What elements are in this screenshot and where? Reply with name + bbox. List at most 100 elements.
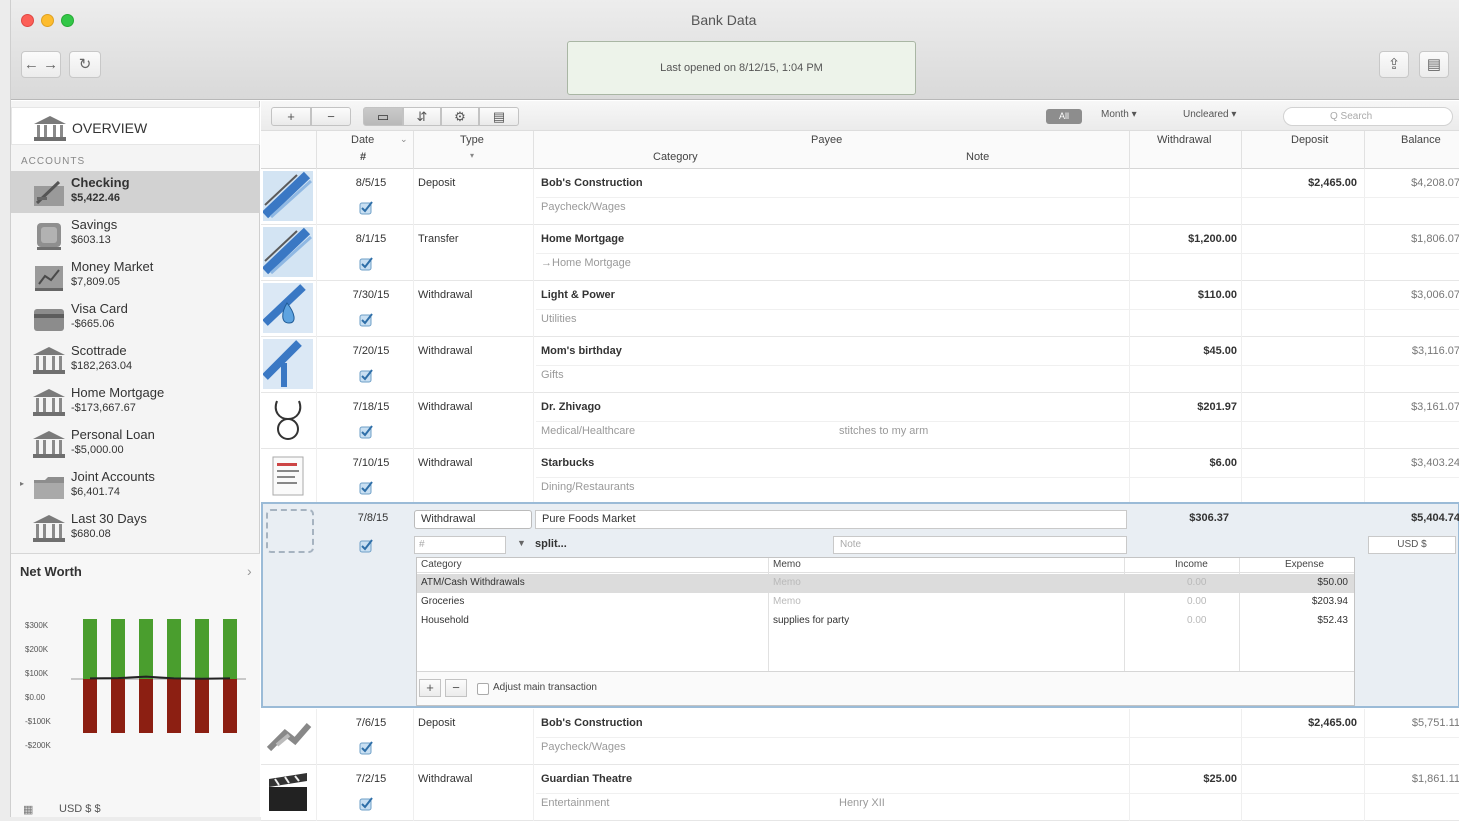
payee-cell[interactable]: Bob's Construction	[541, 177, 643, 189]
split-category[interactable]: Groceries	[421, 596, 464, 607]
type-cell[interactable]: Withdrawal	[418, 289, 472, 301]
withdrawal-cell[interactable]: $6.00	[1171, 457, 1237, 469]
date-cell[interactable]: 8/1/15	[341, 233, 401, 245]
payee-cell[interactable]: Starbucks	[541, 457, 594, 469]
reload-button[interactable]: ↻	[69, 51, 101, 78]
cleared-checkbox[interactable]	[359, 312, 374, 327]
payee-cell[interactable]: Mom's birthday	[541, 345, 622, 357]
split-expense[interactable]: $50.00	[1317, 577, 1348, 588]
remove-transaction-button[interactable]: −	[311, 107, 351, 126]
note-cell[interactable]: stitches to my arm	[839, 425, 928, 437]
category-cell[interactable]: Dining/Restaurants	[541, 481, 635, 493]
transaction-row[interactable]: 7/2/15 Withdrawal Guardian Theatre Entertai…	[261, 765, 1459, 821]
cleared-checkbox[interactable]	[359, 740, 374, 755]
transaction-row[interactable]: 7/10/15 Withdrawal Starbucks Dining/Restaur…	[261, 449, 1459, 505]
transaction-row[interactable]: 8/1/15 Transfer Home Mortgage →Home Mortgag…	[261, 225, 1459, 281]
view-settings-button[interactable]: ⚙	[441, 107, 479, 126]
payee-input[interactable]: Pure Foods Market	[535, 510, 1127, 529]
sidebar-item-account[interactable]: Money Market $7,809.05	[11, 255, 260, 297]
currency-icon[interactable]: ▦	[23, 803, 33, 816]
period-filter-dropdown[interactable]: Month ▾	[1101, 109, 1137, 120]
withdrawal-cell[interactable]: $25.00	[1171, 773, 1237, 785]
transaction-row[interactable]: 7/6/15 Deposit Bob's Construction Paycheck/…	[261, 709, 1459, 765]
split-income[interactable]: 0.00	[1187, 596, 1206, 607]
payee-cell[interactable]: Bob's Construction	[541, 717, 643, 729]
sidebar-item-overview[interactable]: OVERVIEW	[11, 107, 260, 145]
payee-cell[interactable]: Light & Power	[541, 289, 615, 301]
category-cell[interactable]: Utilities	[541, 313, 576, 325]
sidebar-item-account[interactable]: Personal Loan -$5,000.00	[11, 423, 260, 465]
add-transaction-button[interactable]: +	[271, 107, 311, 126]
remove-split-button[interactable]: −	[445, 679, 467, 697]
split-expense[interactable]: $203.94	[1312, 596, 1348, 607]
withdrawal-cell[interactable]: $45.00	[1171, 345, 1237, 357]
split-income[interactable]: 0.00	[1187, 577, 1206, 588]
balance-column-header[interactable]: Balance	[1401, 134, 1441, 146]
cleared-checkbox[interactable]	[359, 200, 374, 215]
type-cell[interactable]: Withdrawal	[418, 401, 472, 413]
category-cell[interactable]: Paycheck/Wages	[541, 741, 626, 753]
note-input[interactable]: Note	[833, 536, 1127, 554]
cleared-checkbox[interactable]	[359, 368, 374, 383]
date-cell[interactable]: 7/30/15	[341, 289, 401, 301]
view-register-button[interactable]: ▭	[363, 107, 403, 126]
date-cell[interactable]: 7/2/15	[341, 773, 401, 785]
cleared-checkbox[interactable]	[359, 424, 374, 439]
disclosure-triangle-icon[interactable]: ▸	[20, 479, 24, 488]
currency-dropdown[interactable]: USD $	[1368, 536, 1456, 554]
category-cell[interactable]: →Home Mortgage	[541, 257, 631, 269]
cleared-checkbox[interactable]	[359, 538, 374, 553]
type-dropdown[interactable]: Withdrawal	[414, 510, 532, 529]
split-memo[interactable]: Memo	[773, 577, 801, 588]
type-cell[interactable]: Withdrawal	[418, 773, 472, 785]
sidebar-item-account[interactable]: Visa Card -$665.06	[11, 297, 260, 339]
expanded-date[interactable]: 7/8/15	[343, 512, 403, 524]
split-expense[interactable]: $52.43	[1317, 615, 1348, 626]
deposit-cell[interactable]: $2,465.00	[1281, 717, 1357, 729]
payee-cell[interactable]: Home Mortgage	[541, 233, 624, 245]
split-row[interactable]: ATM/Cash Withdrawals Memo 0.00 $50.00	[417, 574, 1354, 593]
type-cell[interactable]: Deposit	[418, 717, 455, 729]
sidebar-item-account[interactable]: Home Mortgage -$173,667.67	[11, 381, 260, 423]
num-column-header[interactable]: #	[360, 151, 366, 163]
back-forward-button[interactable]: ← →	[21, 51, 61, 78]
close-window-button[interactable]	[21, 14, 34, 27]
cleared-checkbox[interactable]	[359, 256, 374, 271]
view-sort-button[interactable]: ⇵	[403, 107, 441, 126]
category-column-header[interactable]: Category	[653, 151, 698, 163]
split-category[interactable]: Household	[421, 615, 469, 626]
zoom-window-button[interactable]	[61, 14, 74, 27]
search-input[interactable]: Q Search	[1283, 107, 1453, 126]
date-cell[interactable]: 8/5/15	[341, 177, 401, 189]
category-cell[interactable]: Medical/Healthcare	[541, 425, 635, 437]
split-income[interactable]: 0.00	[1187, 615, 1206, 626]
split-row[interactable]: Groceries Memo 0.00 $203.94	[417, 593, 1354, 612]
split-memo[interactable]: Memo	[773, 596, 801, 607]
deposit-column-header[interactable]: Deposit	[1291, 134, 1328, 146]
transaction-row[interactable]: 7/20/15 Withdrawal Mom's birthday Gifts $45.…	[261, 337, 1459, 393]
payee-cell[interactable]: Dr. Zhivago	[541, 401, 601, 413]
note-cell[interactable]: Henry XII	[839, 797, 885, 809]
sidebar-item-account[interactable]: Joint Accounts $6,401.74 ▸	[11, 465, 260, 507]
expanded-transaction[interactable]: 7/8/15 Withdrawal Pure Foods Market $306…	[261, 502, 1459, 708]
withdrawal-column-header[interactable]: Withdrawal	[1157, 134, 1211, 146]
sidebar-item-account[interactable]: Scottrade $182,263.04	[11, 339, 260, 381]
type-cell[interactable]: Withdrawal	[418, 457, 472, 469]
category-cell[interactable]: Paycheck/Wages	[541, 201, 626, 213]
withdrawal-cell[interactable]: $110.00	[1171, 289, 1237, 301]
date-column-header[interactable]: Date	[351, 134, 374, 146]
transaction-row[interactable]: 7/18/15 Withdrawal Dr. Zhivago Medical/Heal…	[261, 393, 1459, 449]
withdrawal-cell[interactable]: $201.97	[1171, 401, 1237, 413]
split-label[interactable]: split...	[535, 538, 567, 550]
payee-cell[interactable]: Guardian Theatre	[541, 773, 632, 785]
cleared-checkbox[interactable]	[359, 796, 374, 811]
type-cell[interactable]: Deposit	[418, 177, 455, 189]
adjust-checkbox[interactable]	[477, 683, 489, 695]
payee-column-header[interactable]: Payee	[811, 134, 842, 146]
split-category[interactable]: ATM/Cash Withdrawals	[421, 577, 525, 588]
reports-button[interactable]: ▤	[1419, 51, 1449, 78]
type-column-header[interactable]: Type	[460, 134, 484, 146]
chevron-right-icon[interactable]: ›	[247, 563, 252, 579]
split-memo[interactable]: supplies for party	[773, 615, 849, 626]
view-report-button[interactable]: ▤	[479, 107, 519, 126]
